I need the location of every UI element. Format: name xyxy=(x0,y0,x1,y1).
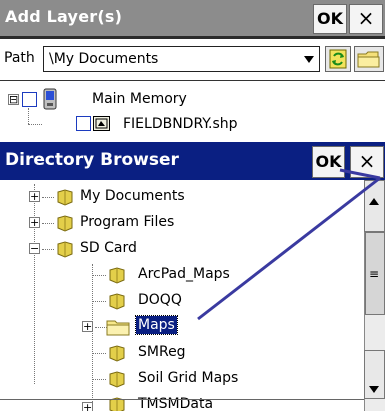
tree-item-my-documents[interactable]: My Documents xyxy=(80,188,185,204)
tree-connector xyxy=(42,223,54,224)
scroll-up-button[interactable] xyxy=(364,180,385,232)
browse-folder-button[interactable] xyxy=(354,46,384,72)
folder-icon xyxy=(56,188,74,210)
main-memory-checkbox[interactable] xyxy=(22,92,37,107)
tree-item-doqq[interactable]: DOQQ xyxy=(138,292,182,308)
dialog-title: Directory Browser xyxy=(5,150,179,170)
expand-icon[interactable]: + xyxy=(82,321,93,332)
window-title: Add Layer(s) xyxy=(5,7,123,26)
folder-icon xyxy=(108,370,126,392)
directory-tree[interactable]: + My Documents + Program Files − SD Card… xyxy=(0,180,364,411)
ok-button[interactable]: OK xyxy=(313,4,347,34)
tree-item-main-memory[interactable]: Main Memory xyxy=(92,91,187,107)
folder-icon xyxy=(56,240,74,262)
shapefile-icon xyxy=(93,116,110,131)
folder-icon xyxy=(108,266,126,288)
tree-connector xyxy=(28,108,29,124)
tree-item-arcpad-maps[interactable]: ArcPad_Maps xyxy=(138,266,230,282)
dialog-close-button[interactable]: × xyxy=(350,146,384,178)
collapse-icon[interactable]: ⊟ xyxy=(8,94,19,105)
dialog-ok-button[interactable]: OK xyxy=(312,146,345,178)
grip-icon: ≡ xyxy=(369,267,380,281)
folder-icon xyxy=(108,344,126,366)
tree-connector xyxy=(92,353,106,354)
folder-icon xyxy=(56,214,74,236)
tree-connector xyxy=(92,264,93,404)
divider xyxy=(0,80,385,81)
titlebar-divider xyxy=(0,36,385,39)
tree-connector xyxy=(92,301,106,302)
tree-connector xyxy=(92,379,106,380)
tree-item-sd-card[interactable]: SD Card xyxy=(80,240,137,256)
collapse-icon[interactable]: − xyxy=(29,243,40,254)
expand-icon[interactable]: + xyxy=(29,191,40,202)
tree-connector xyxy=(28,124,42,125)
tree-connector xyxy=(42,197,54,198)
divider xyxy=(0,399,364,400)
chevron-down-icon[interactable] xyxy=(304,56,314,63)
open-folder-icon xyxy=(106,318,132,340)
arrow-up-icon xyxy=(369,198,379,205)
path-value: \My Documents xyxy=(49,51,159,67)
fieldbndry-checkbox[interactable] xyxy=(76,116,91,131)
expand-icon[interactable]: + xyxy=(82,402,93,411)
expand-icon[interactable]: + xyxy=(29,217,40,228)
path-label: Path xyxy=(4,50,35,66)
refresh-icon xyxy=(329,49,347,69)
tree-item-fieldbndry[interactable]: FIELDBNDRY.shp xyxy=(123,116,238,132)
arrow-down-icon xyxy=(369,386,379,393)
selected-item-label: Maps xyxy=(135,315,178,335)
tree-item-maps[interactable]: Maps xyxy=(135,315,178,335)
tree-item-program-files[interactable]: Program Files xyxy=(80,214,174,230)
tree-connector xyxy=(42,249,54,250)
close-button[interactable]: × xyxy=(349,4,383,34)
folder-icon xyxy=(108,292,126,314)
tree-item-soil-grid-maps[interactable]: Soil Grid Maps xyxy=(138,370,238,386)
tree-item-smreg[interactable]: SMReg xyxy=(138,344,186,360)
folder-icon xyxy=(357,51,380,68)
tree-connector xyxy=(92,275,106,276)
refresh-button[interactable] xyxy=(325,46,351,72)
tree-connector xyxy=(34,184,35,384)
device-icon xyxy=(43,88,57,110)
